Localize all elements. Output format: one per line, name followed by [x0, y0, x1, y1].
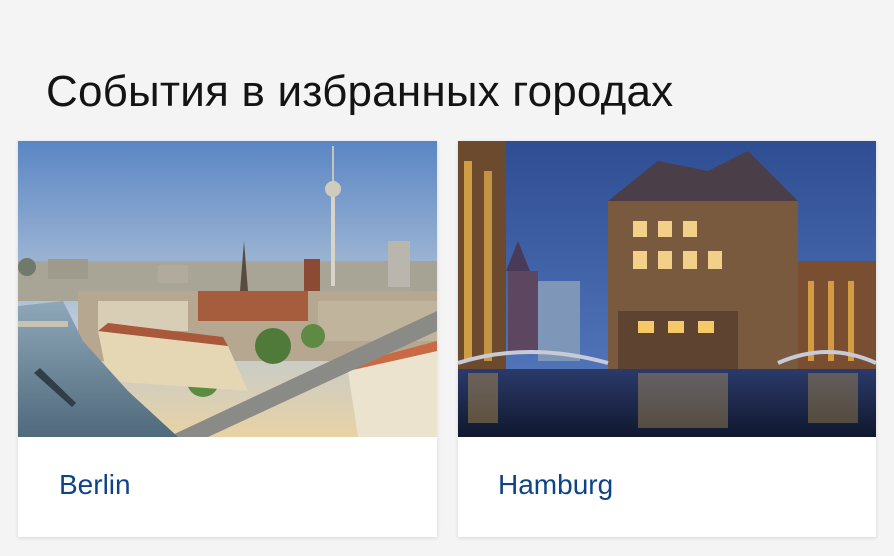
- city-name-berlin[interactable]: Berlin: [59, 469, 131, 501]
- city-card-hamburg[interactable]: Hamburg: [458, 141, 876, 537]
- berlin-photo: [18, 141, 437, 437]
- hamburg-photo: [458, 141, 876, 437]
- city-card-berlin[interactable]: Berlin: [18, 141, 437, 537]
- city-name-hamburg[interactable]: Hamburg: [498, 469, 613, 501]
- section-title: События в избранных городах: [46, 67, 674, 117]
